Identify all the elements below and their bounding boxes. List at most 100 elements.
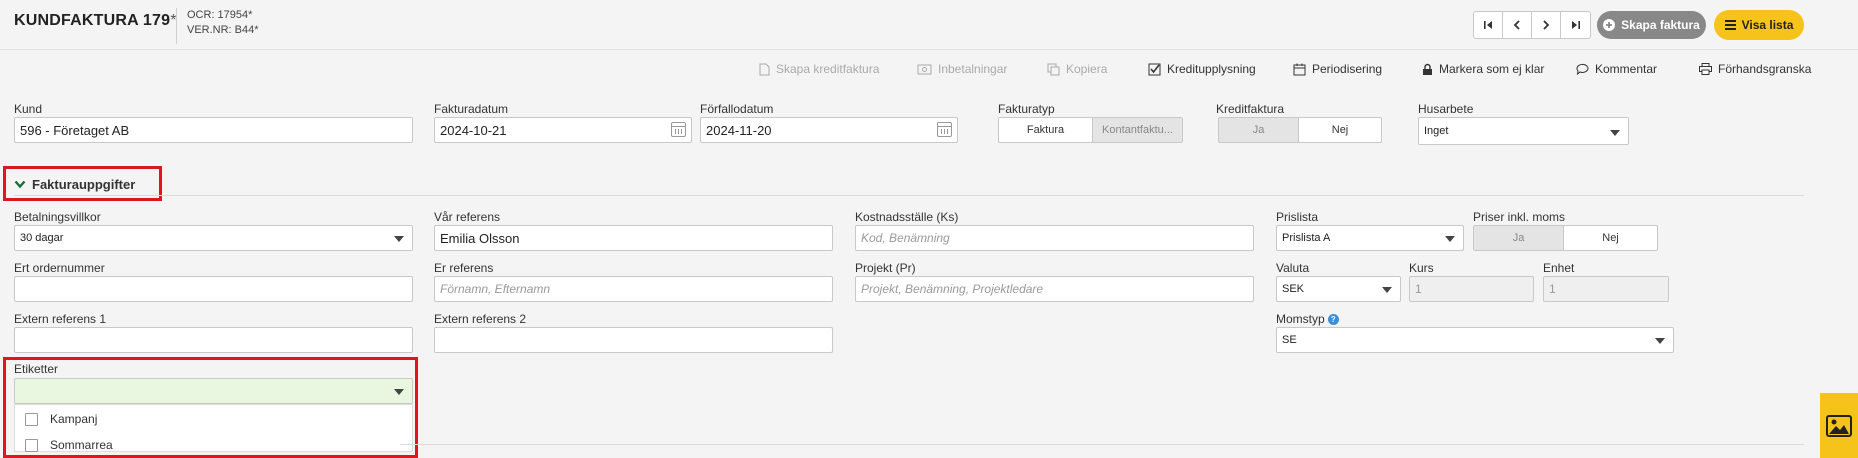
priser-inkl-moms-label: Priser inkl. moms xyxy=(1473,210,1566,224)
copy-action[interactable]: Kopiera xyxy=(1047,62,1107,76)
create-credit-invoice-action[interactable]: Skapa kreditfaktura xyxy=(759,62,879,76)
kreditfaktura-toggle: Ja Nej xyxy=(1218,117,1382,143)
kreditfaktura-label: Kreditfaktura xyxy=(1216,102,1285,116)
ert-ordernummer-input[interactable] xyxy=(14,276,413,302)
option-label: Kampanj xyxy=(50,412,98,426)
copy-label: Kopiera xyxy=(1066,62,1108,76)
chevron-down-icon xyxy=(1445,236,1455,242)
er-referens-input[interactable]: Förnamn, Efternamn xyxy=(434,276,833,302)
page-header: KUNDFAKTURA 179* OCR: 17954* VER.NR: B44… xyxy=(0,0,1858,50)
credit-info-action[interactable]: Kreditupplysning xyxy=(1148,62,1256,76)
payments-action[interactable]: Inbetalningar xyxy=(917,62,1007,76)
help-icon[interactable]: ? xyxy=(1327,314,1339,326)
fakturadatum-value: 2024-10-21 xyxy=(440,122,507,138)
prislista-select[interactable]: Prislista A xyxy=(1276,225,1464,251)
forfallodatum-label: Förfallodatum xyxy=(700,102,774,116)
calendar-icon[interactable] xyxy=(671,122,686,137)
extern-referens-2-input[interactable] xyxy=(434,327,833,353)
momstyp-label: Momstyp? xyxy=(1276,312,1339,326)
list-item[interactable]: Sommarrea xyxy=(25,438,113,452)
var-referens-label: Vår referens xyxy=(434,210,501,224)
option-label: Sommarrea xyxy=(50,438,113,452)
preview-label: Förhandsgranska xyxy=(1718,62,1812,76)
momstyp-label-text: Momstyp xyxy=(1276,312,1325,326)
mark-unready-action[interactable]: Markera som ej klar xyxy=(1422,62,1544,76)
checkbox[interactable] xyxy=(25,438,38,452)
fakturadatum-label: Fakturadatum xyxy=(434,102,509,116)
first-icon xyxy=(1484,21,1492,29)
preview-action[interactable]: Förhandsgranska xyxy=(1699,62,1811,76)
lock-icon xyxy=(1423,63,1432,75)
show-list-button[interactable]: Visa lista xyxy=(1714,10,1804,40)
kreditfaktura-nej-option[interactable]: Nej xyxy=(1298,118,1381,142)
ert-ordernummer-label: Ert ordernummer xyxy=(14,261,105,275)
calendar-icon xyxy=(1293,63,1306,75)
mark-unready-label: Markera som ej klar xyxy=(1439,62,1545,76)
calendar-icon[interactable] xyxy=(937,122,952,137)
kurs-label: Kurs xyxy=(1409,261,1434,275)
ver-number: VER.NR: B44* xyxy=(187,24,259,36)
kostnadsstalle-input[interactable]: Kod, Benämning xyxy=(855,225,1254,251)
projekt-input[interactable]: Projekt, Benämning, Projektledare xyxy=(855,276,1254,302)
valuta-value: SEK xyxy=(1282,283,1305,295)
enhet-label: Enhet xyxy=(1543,261,1575,275)
priser-nej-option[interactable]: Nej xyxy=(1563,226,1657,250)
fakturatyp-toggle: Faktura Kontantfaktu... xyxy=(998,117,1183,143)
section-divider xyxy=(14,195,1804,196)
list-item[interactable]: Kampanj xyxy=(25,412,97,426)
etiketter-select[interactable] xyxy=(14,378,413,404)
first-record-button[interactable] xyxy=(1474,12,1503,38)
kreditfaktura-ja-option[interactable]: Ja xyxy=(1219,118,1299,142)
page-title: KUNDFAKTURA 179* xyxy=(14,12,177,30)
last-record-button[interactable] xyxy=(1561,12,1590,38)
extern-referens-1-input[interactable] xyxy=(14,327,413,353)
valuta-select[interactable]: SEK xyxy=(1276,276,1401,302)
fakturatyp-faktura-option[interactable]: Faktura xyxy=(999,118,1092,142)
er-referens-label: Er referens xyxy=(434,261,494,275)
var-referens-input[interactable]: Emilia Olsson xyxy=(434,225,833,251)
husarbete-select[interactable]: Inget xyxy=(1418,117,1629,145)
kostnadsstalle-label: Kostnadsställe (Ks) xyxy=(855,210,959,224)
kurs-input: 1 xyxy=(1409,276,1534,302)
forfallodatum-value: 2024-11-20 xyxy=(706,122,772,138)
projekt-label: Projekt (Pr) xyxy=(855,261,916,275)
betalningsvillkor-value: 30 dagar xyxy=(20,232,64,244)
list-icon xyxy=(1724,20,1736,30)
enhet-input: 1 xyxy=(1543,276,1669,302)
chevron-down-icon xyxy=(14,180,26,189)
checkbox-checked-icon xyxy=(1148,63,1161,75)
image-panel-button[interactable] xyxy=(1820,393,1858,458)
checkbox[interactable] xyxy=(25,412,38,426)
next-record-button[interactable] xyxy=(1532,12,1561,38)
printer-icon xyxy=(1699,63,1712,75)
comment-icon xyxy=(1576,63,1589,75)
page-title-text: KUNDFAKTURA 179 xyxy=(14,12,171,29)
copy-icon xyxy=(1047,63,1060,75)
chevron-down-icon xyxy=(1655,338,1665,344)
fakturatyp-kontant-option[interactable]: Kontantfaktu... xyxy=(1091,118,1182,142)
money-icon xyxy=(917,64,932,74)
priser-inkl-moms-toggle: Ja Nej xyxy=(1473,225,1658,251)
image-icon xyxy=(1826,414,1852,437)
accrual-action[interactable]: Periodisering xyxy=(1293,62,1382,76)
momstyp-select[interactable]: SE xyxy=(1276,327,1674,353)
forfallodatum-input[interactable]: 2024-11-20 xyxy=(700,117,958,143)
betalningsvillkor-select[interactable]: 30 dagar xyxy=(14,225,413,251)
section-bottom-divider xyxy=(400,444,1804,445)
comment-action[interactable]: Kommentar xyxy=(1576,62,1657,76)
fakturadatum-input[interactable]: 2024-10-21 xyxy=(434,117,692,143)
invoice-meta: OCR: 17954* VER.NR: B44* xyxy=(176,8,259,44)
section-toggle-fakturauppgifter[interactable]: Fakturauppgifter xyxy=(14,177,135,192)
kund-input[interactable]: 596 - Företaget AB xyxy=(14,117,413,143)
show-list-label: Visa lista xyxy=(1741,18,1794,32)
previous-record-button[interactable] xyxy=(1503,12,1532,38)
chevron-down-icon xyxy=(1610,130,1620,136)
priser-ja-option[interactable]: Ja xyxy=(1474,226,1564,250)
prislista-label: Prislista xyxy=(1276,210,1319,224)
section-title: Fakturauppgifter xyxy=(32,177,136,192)
last-icon xyxy=(1571,21,1580,29)
chevron-down-icon xyxy=(1382,287,1392,293)
create-invoice-button[interactable]: Skapa faktura xyxy=(1597,11,1706,39)
etiketter-dropdown-list: Kampanj Sommarrea xyxy=(14,404,413,452)
etiketter-label: Etiketter xyxy=(14,362,59,376)
